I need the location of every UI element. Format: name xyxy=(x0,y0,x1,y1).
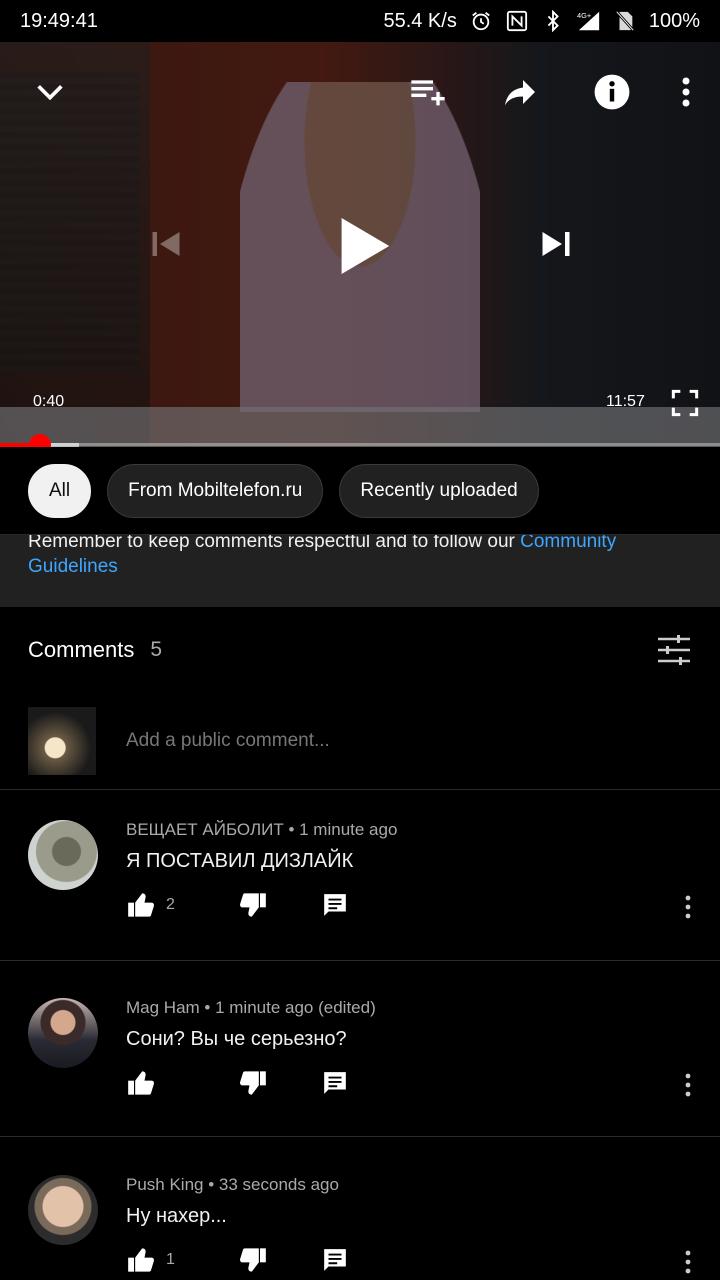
comment-author[interactable]: Push King xyxy=(126,1175,204,1194)
like-icon[interactable] xyxy=(126,1068,156,1098)
like-icon[interactable] xyxy=(126,1245,156,1275)
comment-author[interactable]: ВЕЩАЕТ АЙБОЛИТ xyxy=(126,820,284,839)
reply-icon[interactable] xyxy=(320,1245,350,1275)
author-avatar[interactable] xyxy=(28,998,98,1068)
more-vert-icon[interactable] xyxy=(668,68,704,116)
dislike-icon[interactable] xyxy=(238,890,268,920)
no-sim-icon xyxy=(613,9,637,33)
comment-more-icon[interactable] xyxy=(676,1247,700,1277)
status-time: 19:49:41 xyxy=(20,9,98,32)
comment-item: Mag Ham • 1 minute ago (edited) Сони? Вы… xyxy=(0,968,720,1137)
comment-time: 33 seconds ago xyxy=(218,1175,339,1194)
community-notice: Remember to keep comments respectful and… xyxy=(0,535,720,607)
comment-time: 1 minute ago xyxy=(299,820,398,839)
comment-text: Сони? Вы че серьезно? xyxy=(126,1028,347,1050)
comment-text: Ну нахер... xyxy=(126,1205,227,1227)
share-icon[interactable] xyxy=(496,68,544,116)
signal-4g-icon: 4G+ xyxy=(577,9,601,33)
my-avatar xyxy=(28,707,96,775)
comment-item: Push King • 33 seconds ago Ну нахер... 1 xyxy=(0,1145,720,1280)
comments-header: Comments 5 xyxy=(0,607,720,693)
comment-time: 1 minute ago (edited) xyxy=(215,998,376,1017)
collapse-chevron-icon[interactable] xyxy=(28,70,72,114)
comment-more-icon[interactable] xyxy=(676,1070,700,1100)
filter-chips: All From Mobiltelefon.ru Recently upload… xyxy=(0,447,720,535)
add-comment-input[interactable]: Add a public comment... xyxy=(126,730,330,752)
like-count: 1 xyxy=(166,1251,175,1268)
comment-author[interactable]: Mag Ham xyxy=(126,998,200,1017)
info-icon[interactable] xyxy=(588,68,636,116)
sort-comments-icon[interactable] xyxy=(656,632,692,668)
like-icon[interactable] xyxy=(126,890,156,920)
alarm-icon xyxy=(469,9,493,33)
chip-all[interactable]: All xyxy=(28,463,92,518)
svg-text:4G+: 4G+ xyxy=(577,11,591,20)
add-comment-row[interactable]: Add a public comment... xyxy=(0,693,720,790)
duration: 11:57 xyxy=(606,393,645,410)
reply-icon[interactable] xyxy=(320,1068,350,1098)
net-speed: 55.4 K/s xyxy=(383,9,457,32)
like-count: 2 xyxy=(166,896,175,913)
comment-text: Я ПОСТАВИЛ ДИЗЛАЙК xyxy=(126,850,354,872)
chip-from-channel[interactable]: From Mobiltelefon.ru xyxy=(107,463,324,518)
comments-count: 5 xyxy=(150,638,163,661)
next-icon[interactable] xyxy=(530,218,582,270)
previous-icon[interactable] xyxy=(140,218,192,270)
author-avatar[interactable] xyxy=(28,1175,98,1245)
comment-more-icon[interactable] xyxy=(676,892,700,922)
reply-icon[interactable] xyxy=(320,890,350,920)
notice-text: Remember to keep comments respectful and… xyxy=(28,535,521,552)
current-time: 0:40 xyxy=(33,393,65,410)
status-bar: 19:49:41 55.4 K/s 4G+ 100% xyxy=(0,0,720,42)
battery-level: 100% xyxy=(648,9,700,32)
comments-title: Comments xyxy=(28,637,135,662)
nfc-icon xyxy=(505,9,529,33)
dislike-icon[interactable] xyxy=(238,1068,268,1098)
bluetooth-icon xyxy=(541,9,565,33)
add-to-queue-icon[interactable] xyxy=(404,68,452,116)
comment-item: ВЕЩАЕТ АЙБОЛИТ • 1 minute ago Я ПОСТАВИЛ… xyxy=(0,790,720,961)
play-icon[interactable] xyxy=(324,206,404,286)
dislike-icon[interactable] xyxy=(238,1245,268,1275)
author-avatar[interactable] xyxy=(28,820,98,890)
video-player[interactable]: 0:40 11:57 xyxy=(0,42,720,446)
fullscreen-icon[interactable] xyxy=(664,382,706,424)
chip-recently-uploaded[interactable]: Recently uploaded xyxy=(339,463,539,518)
